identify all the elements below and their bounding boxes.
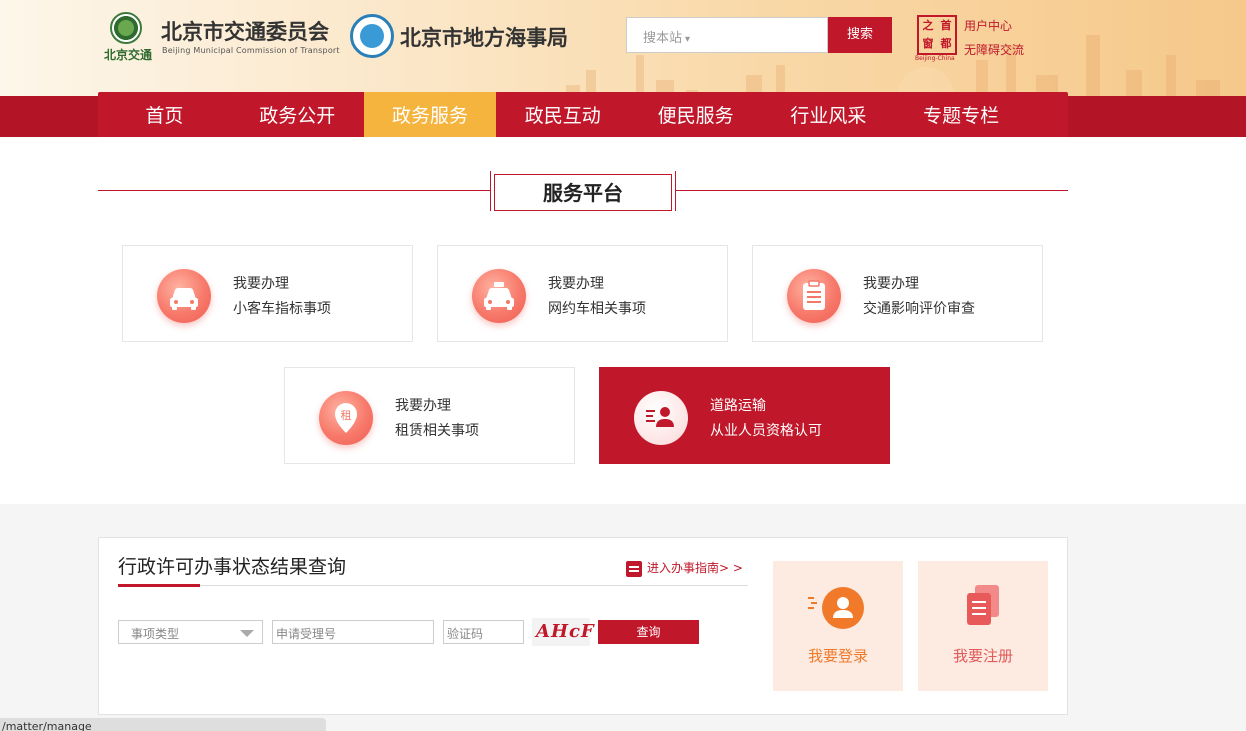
card-action: 我要办理 <box>233 276 289 292</box>
captcha-image[interactable]: AHcF <box>532 618 594 646</box>
search-button[interactable]: 搜索 <box>828 17 892 53</box>
guide-calendar-icon <box>626 560 642 577</box>
nav-item-convenience[interactable]: 便民服务 <box>629 92 762 140</box>
car-icon <box>157 269 211 323</box>
seal-char: 首 <box>940 19 952 32</box>
service-card-car-quota[interactable]: 我要办理 小客车指标事项 <box>122 245 413 342</box>
nav-item-gov-service[interactable]: 政务服务 <box>363 92 497 140</box>
guide-link[interactable]: 进入办事指南> > <box>626 559 743 577</box>
logo-emblem-icon <box>110 12 142 44</box>
login-user-icon <box>808 587 864 629</box>
service-card-rental[interactable]: 租 我要办理 租赁相关事项 <box>284 367 575 464</box>
clipboard-icon <box>787 269 841 323</box>
section-title: 服务平台 <box>494 174 672 211</box>
anchor-emblem-icon <box>360 24 384 48</box>
card-label: 网约车相关事项 <box>548 301 646 317</box>
user-center-link[interactable]: 用户中心 <box>964 14 1024 38</box>
query-submit-button[interactable]: 查询 <box>598 620 699 644</box>
card-action: 我要办理 <box>395 398 451 414</box>
dropdown-arrow-icon <box>240 630 254 637</box>
register-label: 我要注册 <box>952 647 1013 665</box>
org2-name[interactable]: 北京市地方海事局 <box>400 22 568 52</box>
nav-item-home[interactable]: 首页 <box>98 92 231 140</box>
register-tile[interactable]: 我要注册 <box>918 561 1048 691</box>
application-number-input[interactable]: 申请受理号 <box>272 620 434 644</box>
card-action: 我要办理 <box>548 276 604 292</box>
beijing-transport-logo[interactable]: 北京交通 <box>98 12 156 64</box>
search-input[interactable]: 搜本站 ▾ <box>626 17 828 53</box>
accessibility-link[interactable]: 无障碍交流 <box>964 38 1024 62</box>
seal-char: 都 <box>940 37 952 50</box>
matter-type-value: 事项类型 <box>131 627 180 641</box>
captcha-input[interactable]: 验证码 <box>443 620 524 644</box>
person-card-icon <box>634 391 688 445</box>
card-action: 道路运输 <box>710 398 766 414</box>
user-links: 用户中心 无障碍交流 <box>964 14 1024 62</box>
query-title: 行政许可办事状态结果查询 <box>118 556 347 578</box>
nav-item-gov-open[interactable]: 政务公开 <box>231 92 364 140</box>
main-nav: 首页 政务公开 政务服务 政民互动 便民服务 行业风采 专题专栏 <box>98 92 1068 140</box>
card-label: 租赁相关事项 <box>395 423 479 439</box>
nav-item-industry[interactable]: 行业风采 <box>762 92 895 140</box>
caret-down-icon: ▾ <box>685 34 691 45</box>
rent-char: 租 <box>341 409 352 422</box>
capital-window-seal[interactable]: 之 首 窗 都 <box>917 15 957 55</box>
rent-icon: 租 <box>319 391 373 445</box>
org1-english-name: Beijing Municipal Commission of Transpor… <box>162 46 340 55</box>
maritime-logo[interactable] <box>350 14 394 58</box>
register-document-icon <box>967 585 999 625</box>
matter-type-select[interactable]: 事项类型 <box>118 620 263 644</box>
card-label: 小客车指标事项 <box>233 301 331 317</box>
browser-status-bar: /matter/manage <box>0 718 326 731</box>
card-action: 我要办理 <box>863 276 919 292</box>
seal-char: 之 <box>922 19 934 32</box>
service-card-road-transport[interactable]: 道路运输 从业人员资格认可 <box>599 367 890 464</box>
nav-item-interaction[interactable]: 政民互动 <box>496 92 629 140</box>
nav-item-special[interactable]: 专题专栏 <box>895 92 1028 140</box>
login-label: 我要登录 <box>807 647 868 665</box>
query-title-accent <box>118 584 200 587</box>
query-title-divider <box>118 585 748 586</box>
org1-name[interactable]: 北京市交通委员会 <box>161 16 329 46</box>
seal-char: 窗 <box>922 37 934 50</box>
guide-link-text: 进入办事指南> > <box>647 561 743 575</box>
service-card-traffic-impact[interactable]: 我要办理 交通影响评价审查 <box>752 245 1043 342</box>
login-tile[interactable]: 我要登录 <box>773 561 903 691</box>
logo-text: 北京交通 <box>103 48 152 62</box>
seal-subtitle: Beijing-China <box>915 55 955 62</box>
card-label: 交通影响评价审查 <box>863 301 975 317</box>
card-label: 从业人员资格认可 <box>710 423 822 439</box>
service-card-ride-hailing[interactable]: 我要办理 网约车相关事项 <box>437 245 728 342</box>
taxi-icon <box>472 269 526 323</box>
search-scope: 搜本站 <box>643 31 683 46</box>
